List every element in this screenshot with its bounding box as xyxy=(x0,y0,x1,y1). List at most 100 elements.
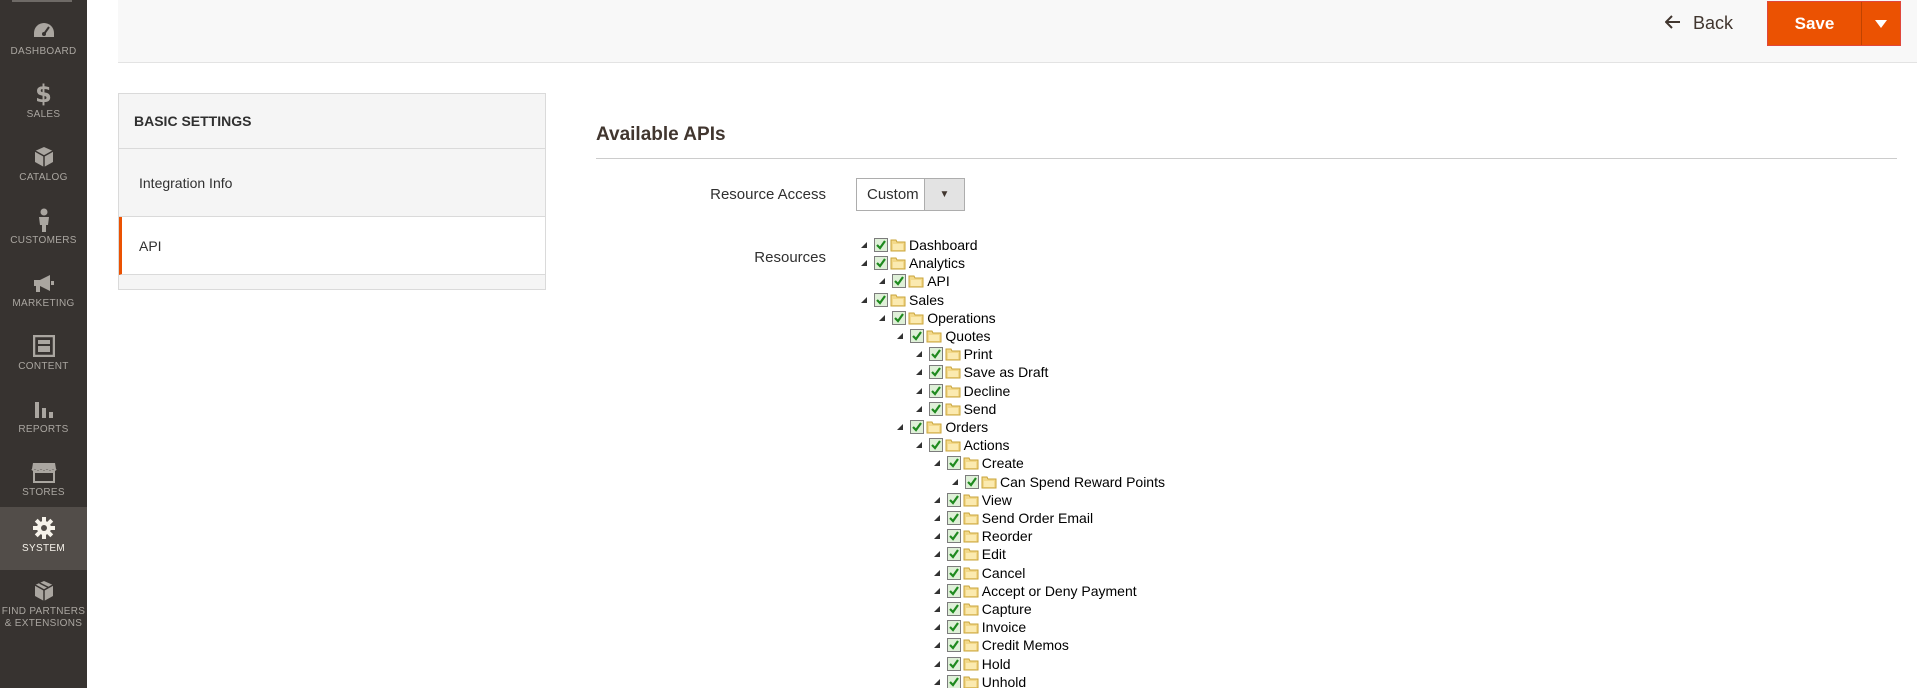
tree-expand-triangle-icon[interactable] xyxy=(876,275,888,287)
tree-node-checkbox[interactable] xyxy=(910,329,925,343)
save-button[interactable]: Save xyxy=(1768,2,1862,45)
tree-node[interactable]: Analytics xyxy=(858,254,965,272)
sidebar-item-stores[interactable]: STORES xyxy=(0,451,87,514)
sidebar-item-sales[interactable]: $ SALES xyxy=(0,73,87,136)
tree-node-label[interactable]: Can Spend Reward Points xyxy=(1000,474,1165,490)
tree-node[interactable]: View xyxy=(931,491,1012,509)
tree-node-checkbox[interactable] xyxy=(946,529,961,544)
tree-node-label[interactable]: Unhold xyxy=(982,674,1026,688)
tree-node-label[interactable]: Edit xyxy=(982,546,1006,562)
tree-node-label[interactable]: Accept or Deny Payment xyxy=(982,583,1137,599)
tree-node[interactable]: Print xyxy=(913,345,992,363)
tree-expand-triangle-icon[interactable] xyxy=(931,603,943,615)
tree-node[interactable]: Sales xyxy=(858,291,944,309)
tree-node-label[interactable]: API xyxy=(927,273,950,289)
tree-node-checkbox[interactable] xyxy=(874,238,888,252)
sidebar-item-marketing[interactable]: MARKETING xyxy=(0,262,87,325)
tree-expand-triangle-icon[interactable] xyxy=(931,585,943,597)
tree-expand-triangle-icon[interactable] xyxy=(931,567,943,579)
tree-node-label[interactable]: Dashboard xyxy=(909,237,978,253)
tree-node[interactable]: Save as Draft xyxy=(913,363,1049,381)
tree-expand-triangle-icon[interactable] xyxy=(931,658,943,670)
tree-node-label[interactable]: Cancel xyxy=(982,565,1026,581)
tree-expand-triangle-icon[interactable] xyxy=(858,239,870,251)
tree-node-checkbox[interactable] xyxy=(928,365,943,380)
save-options-toggle[interactable] xyxy=(1862,2,1900,45)
tree-expand-triangle-icon[interactable] xyxy=(931,457,943,469)
tree-node-checkbox[interactable] xyxy=(892,310,907,325)
tree-node-checkbox[interactable] xyxy=(910,420,925,434)
tree-node-checkbox[interactable] xyxy=(928,401,943,416)
tree-node[interactable]: Cancel xyxy=(931,564,1026,582)
tree-expand-triangle-icon[interactable] xyxy=(931,512,943,524)
tree-node-checkbox[interactable] xyxy=(946,456,961,471)
sidebar-item-find-partners[interactable]: FIND PARTNERS & EXTENSIONS xyxy=(0,570,87,645)
tree-node-label[interactable]: Analytics xyxy=(909,255,965,271)
sidebar-item-catalog[interactable]: CATALOG xyxy=(0,136,87,199)
tree-node[interactable]: Operations xyxy=(876,309,996,327)
tree-node[interactable]: Reorder xyxy=(931,527,1033,545)
tree-node-label[interactable]: Quotes xyxy=(945,328,990,344)
tree-node-checkbox[interactable] xyxy=(928,347,943,362)
tree-node-label[interactable]: Invoice xyxy=(982,619,1026,635)
tree-node-label[interactable]: Actions xyxy=(964,437,1010,453)
tree-node-checkbox[interactable] xyxy=(946,583,961,598)
tree-node-label[interactable]: Operations xyxy=(927,310,995,326)
tree-expand-triangle-icon[interactable] xyxy=(949,476,961,488)
tree-node-label[interactable]: Hold xyxy=(982,656,1011,672)
tree-node[interactable]: Actions xyxy=(913,436,1010,454)
tree-expand-triangle-icon[interactable] xyxy=(931,494,943,506)
tree-node-label[interactable]: Send xyxy=(964,401,997,417)
tree-node-checkbox[interactable] xyxy=(928,383,943,398)
tree-node-checkbox[interactable] xyxy=(946,511,961,525)
tree-node-label[interactable]: Capture xyxy=(982,601,1032,617)
sidebar-item-system[interactable]: SYSTEM xyxy=(0,507,87,570)
tree-node[interactable]: Dashboard xyxy=(858,236,978,254)
sidebar-item-customers[interactable]: CUSTOMERS xyxy=(0,199,87,262)
tree-node-checkbox[interactable] xyxy=(874,256,888,271)
tree-node-checkbox[interactable] xyxy=(874,292,888,307)
tree-node-label[interactable]: Save as Draft xyxy=(964,364,1049,380)
tree-expand-triangle-icon[interactable] xyxy=(894,421,906,433)
tree-expand-triangle-icon[interactable] xyxy=(858,257,870,269)
sidebar-item-reports[interactable]: REPORTS xyxy=(0,388,87,451)
tree-node[interactable]: Credit Memos xyxy=(931,636,1069,654)
tree-expand-triangle-icon[interactable] xyxy=(913,403,925,415)
back-button[interactable]: Back xyxy=(1664,12,1733,34)
tree-node-label[interactable]: Sales xyxy=(909,292,944,308)
tree-node[interactable]: API xyxy=(876,272,950,290)
tree-expand-triangle-icon[interactable] xyxy=(931,639,943,651)
tree-node[interactable]: Unhold xyxy=(931,673,1026,688)
tree-node-label[interactable]: Reorder xyxy=(982,528,1033,544)
tree-expand-triangle-icon[interactable] xyxy=(913,439,925,451)
tree-node-checkbox[interactable] xyxy=(965,474,979,489)
tree-node[interactable]: Send Order Email xyxy=(931,509,1093,527)
tree-node-label[interactable]: Decline xyxy=(964,383,1011,399)
tab-api[interactable]: API xyxy=(119,217,545,275)
tree-node[interactable]: Capture xyxy=(931,600,1032,618)
tree-node[interactable]: Hold xyxy=(931,655,1011,673)
tree-node[interactable]: Create xyxy=(931,454,1024,472)
tree-expand-triangle-icon[interactable] xyxy=(858,294,870,306)
tree-expand-triangle-icon[interactable] xyxy=(913,366,925,378)
tree-node[interactable]: Can Spend Reward Points xyxy=(949,473,1165,491)
tree-node-checkbox[interactable] xyxy=(946,602,961,616)
tree-node-label[interactable]: Send Order Email xyxy=(982,510,1093,526)
tree-node[interactable]: Edit xyxy=(931,545,1006,563)
tree-node-label[interactable]: Orders xyxy=(945,419,988,435)
tree-node[interactable]: Orders xyxy=(894,418,988,436)
tree-node-checkbox[interactable] xyxy=(946,656,961,671)
tree-node[interactable]: Quotes xyxy=(894,327,991,345)
tree-expand-triangle-icon[interactable] xyxy=(894,330,906,342)
tree-node-checkbox[interactable] xyxy=(946,620,961,635)
tree-node-checkbox[interactable] xyxy=(946,638,961,653)
tree-node[interactable]: Invoice xyxy=(931,618,1026,636)
tree-node-checkbox[interactable] xyxy=(946,492,961,507)
tree-node-label[interactable]: View xyxy=(982,492,1012,508)
tree-node-checkbox[interactable] xyxy=(946,674,961,688)
tree-node[interactable]: Send xyxy=(913,400,997,418)
tree-expand-triangle-icon[interactable] xyxy=(931,548,943,560)
tree-expand-triangle-icon[interactable] xyxy=(931,621,943,633)
tree-node[interactable]: Accept or Deny Payment xyxy=(931,582,1137,600)
tree-expand-triangle-icon[interactable] xyxy=(931,530,943,542)
